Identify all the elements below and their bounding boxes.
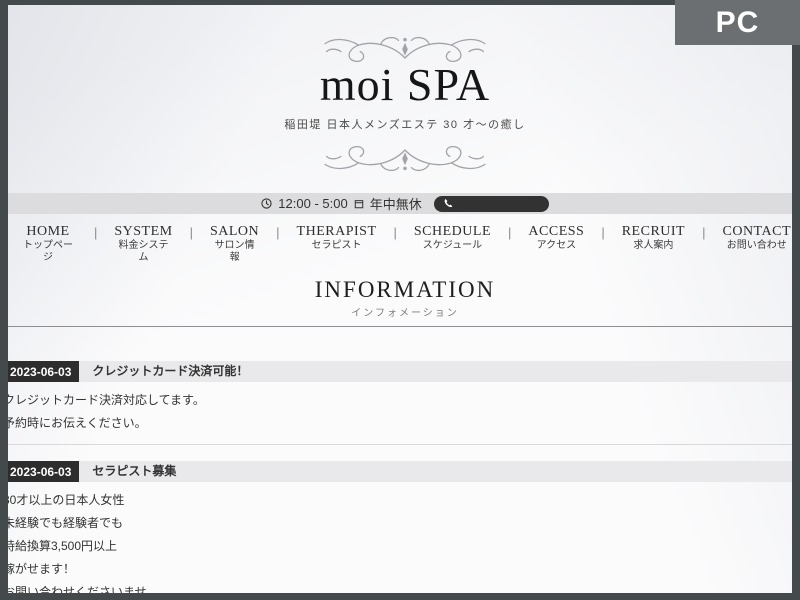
screenshot-frame: PC (0, 0, 800, 600)
nav-item-system[interactable]: SYSTEM 料金システム (97, 224, 189, 264)
nav-sublabel: 求人案内 (622, 240, 685, 252)
nav-sublabel: サロン情報 (210, 240, 259, 264)
nav-label: SYSTEM (114, 224, 172, 240)
site-logo[interactable]: moi SPA (8, 59, 792, 111)
nav-label: SCHEDULE (414, 224, 491, 240)
nav-label: RECRUIT (622, 224, 685, 240)
nav-label: THERAPIST (297, 224, 377, 240)
hours-text: 12:00 - 5:00 (278, 196, 347, 211)
news-title: クレジットカード決済可能！ (92, 361, 248, 382)
nav-item-home[interactable]: HOME トップページ (8, 224, 94, 264)
nav-label: CONTACT (723, 224, 792, 240)
nav-item-therapist[interactable]: THERAPIST セラピスト (280, 224, 394, 252)
phone-receiver-icon (443, 198, 454, 209)
entry-gap (8, 445, 792, 461)
nav-label: SALON (210, 224, 259, 240)
nav-label: ACCESS (528, 224, 584, 240)
news-body: クレジットカード決済対応してます。 予約時にお伝えください。 (8, 382, 792, 435)
phone-button[interactable] (434, 196, 549, 212)
nav-sublabel: アクセス (528, 240, 584, 252)
news-body-line: 予約時にお伝えください。 (8, 412, 792, 435)
site-tagline: 稲田堤 日本人メンズエステ 30 才〜の癒し (8, 116, 792, 132)
clock-icon (261, 198, 272, 209)
news-body-line: 未経験でも経験者でも (8, 512, 792, 535)
news-body-line: 稼がせます！ (8, 558, 792, 581)
news-list: 2023-06-03 クレジットカード決済可能！ クレジットカード決済対応してま… (8, 361, 792, 593)
nav-sublabel: スケジュール (414, 240, 491, 252)
pc-view-badge: PC (675, 0, 800, 45)
news-entry: 2023-06-03 セラピスト募集 30才以上の日本人女性 未経験でも経験者で… (8, 461, 792, 593)
hours-bar: 12:00 - 5:00 年中無休 (8, 193, 792, 214)
news-body-line: 30才以上の日本人女性 (8, 489, 792, 512)
nav-sublabel: セラピスト (297, 240, 377, 252)
news-entry: 2023-06-03 クレジットカード決済可能！ クレジットカード決済対応してま… (8, 361, 792, 445)
nav-sublabel: トップページ (19, 240, 77, 264)
information-subtitle: インフォメーション (8, 304, 792, 319)
news-title-row: 2023-06-03 クレジットカード決済可能！ (8, 361, 792, 382)
news-body-line: お問い合わせくださいませ。 (8, 581, 792, 593)
closed-text: 年中無休 (370, 194, 422, 213)
browser-viewport: moi SPA 稲田堤 日本人メンズエステ 30 才〜の癒し (8, 5, 792, 593)
nav-item-schedule[interactable]: SCHEDULE スケジュール (397, 224, 508, 252)
pc-badge-label: PC (716, 6, 760, 40)
nav-sublabel: 料金システム (114, 240, 172, 264)
nav-item-contact[interactable]: CONTACT お問い合わせ (706, 224, 793, 252)
flourish-ornament-icon (301, 142, 509, 174)
nav-item-salon[interactable]: SALON サロン情報 (193, 224, 276, 264)
news-title-row: 2023-06-03 セラピスト募集 (8, 461, 792, 482)
news-title: セラピスト募集 (92, 461, 176, 482)
section-divider (8, 326, 792, 327)
page-content: moi SPA 稲田堤 日本人メンズエステ 30 才〜の癒し (8, 5, 792, 593)
news-date-badge: 2023-06-03 (8, 461, 79, 482)
nav-item-access[interactable]: ACCESS アクセス (511, 224, 601, 252)
main-nav: HOME トップページ | SYSTEM 料金システム | SALON サロン情… (8, 224, 792, 264)
nav-label: HOME (19, 224, 77, 240)
nav-sublabel: お問い合わせ (723, 240, 792, 252)
news-body: 30才以上の日本人女性 未経験でも経験者でも 時給換算3,500円以上 稼がせま… (8, 482, 792, 593)
calendar-icon (354, 199, 364, 209)
news-body-line: 時給換算3,500円以上 (8, 535, 792, 558)
nav-item-recruit[interactable]: RECRUIT 求人案内 (605, 224, 702, 252)
information-title: INFORMATION (8, 277, 792, 303)
news-body-line: クレジットカード決済対応してます。 (8, 389, 792, 412)
news-date-badge: 2023-06-03 (8, 361, 79, 382)
